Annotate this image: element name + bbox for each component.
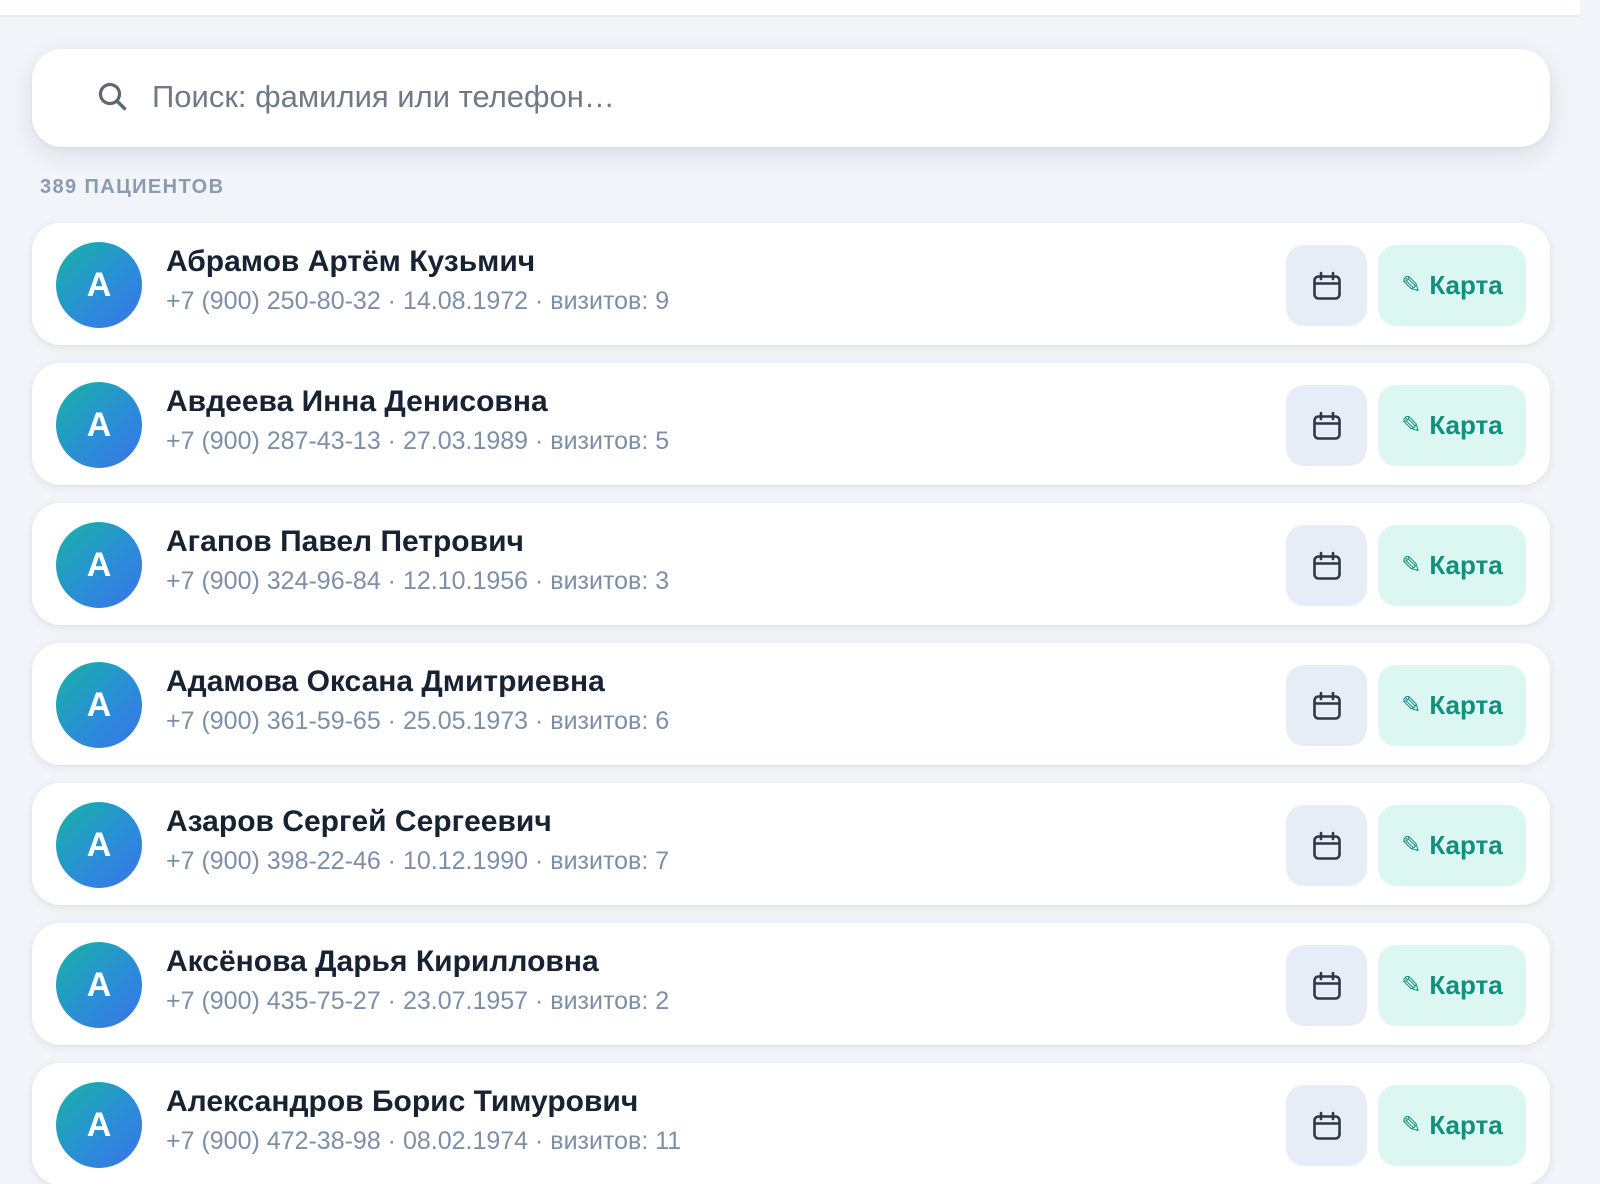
patient-meta: +7 (900) 435-75-27 · 23.07.1957 · визито… (166, 987, 670, 1015)
top-bar (0, 0, 1580, 17)
open-card-label: Карта (1429, 690, 1503, 720)
open-card-button[interactable]: ✎ Карта (1378, 385, 1526, 466)
open-card-button[interactable]: ✎ Карта (1378, 525, 1526, 606)
patient-list: А Абрамов Артём Кузьмич +7 (900) 250-80-… (32, 223, 1550, 1184)
schedule-button[interactable] (1286, 525, 1367, 606)
open-card-label: Карта (1429, 550, 1503, 580)
schedule-button[interactable] (1286, 1085, 1367, 1166)
open-card-button[interactable]: ✎ Карта (1378, 245, 1526, 326)
open-card-button[interactable]: ✎ Карта (1378, 805, 1526, 886)
avatar: А (56, 382, 142, 468)
calendar-icon (1312, 411, 1341, 440)
pencil-icon: ✎ (1401, 550, 1422, 579)
schedule-button[interactable] (1286, 385, 1367, 466)
patient-name: Авдеева Инна Денисовна (166, 385, 548, 418)
patient-name: Азаров Сергей Сергеевич (166, 805, 552, 838)
schedule-button[interactable] (1286, 665, 1367, 746)
patient-meta: +7 (900) 287-43-13 · 27.03.1989 · визито… (166, 427, 670, 455)
avatar: А (56, 242, 142, 328)
open-card-button[interactable]: ✎ Карта (1378, 945, 1526, 1026)
schedule-button[interactable] (1286, 945, 1367, 1026)
avatar: А (56, 522, 142, 608)
patient-name: Агапов Павел Петрович (166, 525, 524, 558)
pencil-icon: ✎ (1401, 830, 1422, 859)
schedule-button[interactable] (1286, 245, 1367, 326)
open-card-button[interactable]: ✎ Карта (1378, 665, 1526, 746)
avatar: А (56, 662, 142, 748)
search-box[interactable] (32, 49, 1550, 147)
pencil-icon: ✎ (1401, 690, 1422, 719)
avatar: А (56, 942, 142, 1028)
pencil-icon: ✎ (1401, 270, 1422, 299)
patient-card[interactable]: А Адамова Оксана Дмитриевна +7 (900) 361… (32, 643, 1550, 765)
calendar-icon (1312, 831, 1341, 860)
open-card-button[interactable]: ✎ Карта (1378, 1085, 1526, 1166)
calendar-icon (1312, 271, 1341, 300)
calendar-icon (1312, 971, 1341, 1000)
patient-card[interactable]: А Авдеева Инна Денисовна +7 (900) 287-43… (32, 363, 1550, 485)
search-input[interactable] (152, 72, 1512, 122)
avatar: А (56, 802, 142, 888)
calendar-icon (1312, 1111, 1341, 1140)
open-card-label: Карта (1429, 970, 1503, 1000)
patient-meta: +7 (900) 398-22-46 · 10.12.1990 · визито… (166, 847, 670, 875)
pencil-icon: ✎ (1401, 410, 1422, 439)
patient-name: Александров Борис Тимурович (166, 1085, 639, 1118)
patient-card[interactable]: А Абрамов Артём Кузьмич +7 (900) 250-80-… (32, 223, 1550, 345)
patient-meta: +7 (900) 361-59-65 · 25.05.1973 · визито… (166, 707, 670, 735)
patient-meta: +7 (900) 472-38-98 · 08.02.1974 · визито… (166, 1127, 682, 1155)
search-icon (98, 82, 127, 111)
open-card-label: Карта (1429, 1110, 1503, 1140)
patient-card[interactable]: А Аксёнова Дарья Кирилловна +7 (900) 435… (32, 923, 1550, 1045)
patients-count: 389 ПАЦИЕНТОВ (40, 176, 225, 198)
patient-name: Аксёнова Дарья Кирилловна (166, 945, 599, 978)
patients-page: 389 ПАЦИЕНТОВ А Абрамов Артём Кузьмич +7… (0, 0, 1600, 1184)
calendar-icon (1312, 551, 1341, 580)
calendar-icon (1312, 691, 1341, 720)
open-card-label: Карта (1429, 830, 1503, 860)
pencil-icon: ✎ (1401, 970, 1422, 999)
patient-meta: +7 (900) 250-80-32 · 14.08.1972 · визито… (166, 287, 670, 315)
patient-card[interactable]: А Александров Борис Тимурович +7 (900) 4… (32, 1063, 1550, 1184)
pencil-icon: ✎ (1401, 1110, 1422, 1139)
patient-card[interactable]: А Агапов Павел Петрович +7 (900) 324-96-… (32, 503, 1550, 625)
patient-name: Абрамов Артём Кузьмич (166, 245, 536, 278)
patient-name: Адамова Оксана Дмитриевна (166, 665, 605, 698)
open-card-label: Карта (1429, 410, 1503, 440)
patient-meta: +7 (900) 324-96-84 · 12.10.1956 · визито… (166, 567, 670, 595)
open-card-label: Карта (1429, 270, 1503, 300)
avatar: А (56, 1082, 142, 1168)
patient-card[interactable]: А Азаров Сергей Сергеевич +7 (900) 398-2… (32, 783, 1550, 905)
schedule-button[interactable] (1286, 805, 1367, 886)
